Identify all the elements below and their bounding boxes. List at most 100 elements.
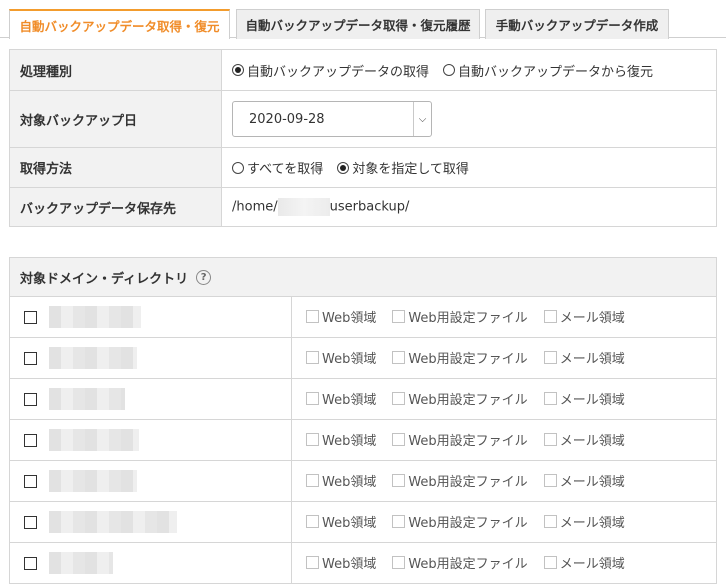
web-area-option[interactable]: Web領域 [306, 389, 376, 408]
mail-area-label: メール領域 [559, 475, 625, 490]
domain-options-cell: Web領域 Web用設定ファイル メール領域 [291, 337, 717, 379]
method-cell: すべてを取得 対象を指定して取得 [221, 147, 717, 188]
tab-bar: 自動バックアップデータ取得・復元 自動バックアップデータ取得・復元履歴 手動バッ… [0, 0, 726, 39]
domains-section-title: 対象ドメイン・ディレクトリ [20, 271, 189, 287]
mail-area-option[interactable]: メール領域 [543, 348, 625, 367]
web-config-file-checkbox[interactable] [392, 556, 406, 569]
redacted-domain [49, 429, 139, 451]
mail-area-checkbox[interactable] [543, 556, 557, 569]
web-area-option[interactable]: Web領域 [306, 348, 376, 367]
mail-area-checkbox[interactable] [543, 310, 557, 323]
mail-area-label: メール領域 [559, 516, 625, 531]
domain-checkbox[interactable] [24, 556, 37, 570]
web-config-file-label: Web用設定ファイル [408, 557, 528, 572]
web-config-file-label: Web用設定ファイル [408, 352, 528, 367]
tab-auto-backup-restore[interactable]: 自動バックアップデータ取得・復元 [9, 9, 230, 39]
web-config-file-checkbox[interactable] [392, 433, 406, 446]
mail-area-checkbox[interactable] [543, 392, 557, 405]
mail-area-checkbox[interactable] [543, 351, 557, 364]
radio-dot-selected[interactable] [337, 161, 350, 174]
web-config-file-option[interactable]: Web用設定ファイル [392, 553, 528, 572]
domain-name-cell [9, 419, 292, 461]
radio-restore-backup[interactable]: 自動バックアップデータから復元 [443, 61, 653, 80]
mail-area-label: メール領域 [559, 393, 625, 408]
web-area-checkbox[interactable] [306, 474, 319, 487]
settings-form: 処理種別 自動バックアップデータの取得 自動バックアップデータから復元 対象バッ… [9, 49, 717, 227]
radio-get-all[interactable]: すべてを取得 [232, 158, 323, 177]
domain-name-cell [9, 378, 292, 420]
domain-checkbox[interactable] [24, 433, 37, 447]
domain-checkbox[interactable] [24, 351, 37, 365]
web-config-file-label: Web用設定ファイル [408, 475, 528, 490]
redacted-domain [49, 552, 113, 574]
web-config-file-checkbox[interactable] [392, 310, 406, 323]
process-type-label: 処理種別 [9, 49, 222, 91]
domain-checkbox[interactable] [24, 310, 37, 324]
web-area-option[interactable]: Web領域 [306, 553, 376, 572]
radio-label: 対象を指定して取得 [352, 162, 469, 177]
web-area-checkbox[interactable] [306, 515, 319, 528]
table-row: Web領域 Web用設定ファイル メール領域 [9, 501, 717, 543]
web-area-checkbox[interactable] [306, 433, 319, 446]
web-area-checkbox[interactable] [306, 392, 319, 405]
domain-name-cell [9, 296, 292, 338]
domain-checkbox[interactable] [24, 392, 37, 406]
mail-area-option[interactable]: メール領域 [543, 430, 625, 449]
web-area-label: Web領域 [322, 516, 377, 531]
chevron-down-icon[interactable]: ⌵ [413, 102, 431, 136]
web-area-checkbox[interactable] [306, 556, 319, 569]
radio-get-backup[interactable]: 自動バックアップデータの取得 [232, 61, 429, 80]
table-row: Web領域 Web用設定ファイル メール領域 [9, 419, 717, 461]
web-config-file-option[interactable]: Web用設定ファイル [392, 389, 528, 408]
mail-area-option[interactable]: メール領域 [543, 389, 625, 408]
mail-area-label: メール領域 [559, 434, 625, 449]
domains-section-header: 対象ドメイン・ディレクトリ ? [9, 257, 717, 297]
web-config-file-option[interactable]: Web用設定ファイル [392, 471, 528, 490]
mail-area-option[interactable]: メール領域 [543, 512, 625, 531]
domain-name-cell [9, 542, 292, 584]
table-row: Web領域 Web用設定ファイル メール領域 [9, 460, 717, 502]
radio-dot[interactable] [232, 161, 244, 174]
mail-area-option[interactable]: メール領域 [543, 553, 625, 572]
web-area-checkbox[interactable] [306, 351, 319, 364]
web-config-file-checkbox[interactable] [392, 392, 406, 405]
web-area-label: Web領域 [322, 434, 377, 449]
web-config-file-option[interactable]: Web用設定ファイル [392, 512, 528, 531]
domain-options-cell: Web領域 Web用設定ファイル メール領域 [291, 296, 717, 338]
mail-area-option[interactable]: メール領域 [543, 307, 625, 326]
mail-area-label: メール領域 [559, 557, 625, 572]
backup-date-select[interactable]: 2020-09-28 ⌵ [232, 101, 432, 137]
mail-area-option[interactable]: メール領域 [543, 471, 625, 490]
domain-checkbox[interactable] [24, 515, 37, 529]
tab-manual-backup-create[interactable]: 手動バックアップデータ作成 [485, 9, 669, 39]
redacted-domain [49, 347, 137, 369]
radio-dot-selected[interactable] [232, 64, 244, 76]
web-config-file-checkbox[interactable] [392, 515, 406, 528]
mail-area-checkbox[interactable] [543, 433, 557, 446]
radio-label: 自動バックアップデータから復元 [458, 64, 654, 80]
mail-area-label: メール領域 [559, 352, 625, 367]
backup-date-label: 対象バックアップ日 [9, 90, 222, 148]
web-config-file-option[interactable]: Web用設定ファイル [392, 430, 528, 449]
help-icon[interactable]: ? [196, 269, 212, 285]
web-area-option[interactable]: Web領域 [306, 471, 376, 490]
web-config-file-checkbox[interactable] [392, 474, 406, 487]
domain-checkbox[interactable] [24, 474, 37, 488]
web-area-checkbox[interactable] [306, 310, 319, 323]
mail-area-checkbox[interactable] [543, 474, 557, 487]
radio-dot[interactable] [443, 64, 456, 76]
redacted-domain [49, 306, 141, 328]
web-area-option[interactable]: Web領域 [306, 430, 376, 449]
web-area-option[interactable]: Web領域 [306, 307, 376, 326]
tab-auto-backup-history[interactable]: 自動バックアップデータ取得・復元履歴 [236, 9, 480, 39]
domain-options-cell: Web領域 Web用設定ファイル メール領域 [291, 542, 717, 584]
domain-name-cell [9, 460, 292, 502]
web-config-file-checkbox[interactable] [392, 351, 406, 364]
web-area-option[interactable]: Web領域 [306, 512, 376, 531]
radio-get-specified[interactable]: 対象を指定して取得 [337, 158, 469, 177]
mail-area-checkbox[interactable] [543, 515, 557, 528]
web-config-file-option[interactable]: Web用設定ファイル [392, 348, 528, 367]
web-config-file-label: Web用設定ファイル [408, 434, 528, 449]
redacted-domain [49, 470, 137, 492]
web-config-file-option[interactable]: Web用設定ファイル [392, 307, 528, 326]
